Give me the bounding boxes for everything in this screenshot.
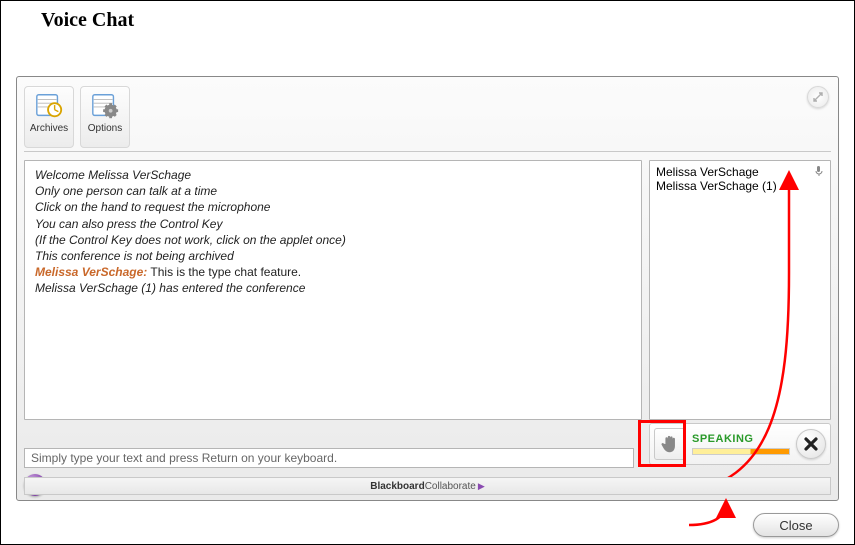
speaking-meter	[692, 448, 790, 455]
chat-line: This conference is not being archived	[35, 248, 631, 264]
chat-line: Only one person can talk at a time	[35, 183, 631, 199]
close-button[interactable]: Close	[753, 513, 839, 537]
page-title: Voice Chat	[1, 1, 854, 38]
archives-icon	[34, 92, 64, 120]
participants-list[interactable]: Melissa VerSchageMelissa VerSchage (1)	[649, 160, 831, 420]
options-icon	[90, 92, 120, 120]
chat-line: Click on the hand to request the microph…	[35, 199, 631, 215]
chat-line: Welcome Melissa VerSchage	[35, 167, 631, 183]
expand-button[interactable]	[807, 86, 829, 108]
triangle-icon: ▶	[478, 481, 485, 492]
hand-icon	[659, 433, 681, 455]
chat-speaker: Melissa VerSchage:	[35, 265, 147, 279]
app-panel: Archives	[16, 76, 839, 501]
speak-bar: SPEAKING	[649, 423, 831, 465]
chat-line: Melissa VerSchage: This is the type chat…	[35, 264, 631, 280]
footer-brand-b: Collaborate	[425, 481, 476, 492]
toolbar: Archives	[24, 84, 831, 152]
chat-message: This is the type chat feature.	[147, 265, 301, 279]
options-button[interactable]: Options	[80, 86, 130, 148]
request-mic-button[interactable]	[654, 428, 686, 460]
content-row: Welcome Melissa VerSchageOnly one person…	[24, 160, 831, 420]
chat-line: You can also press the Control Key	[35, 216, 631, 232]
microphone-icon	[813, 165, 825, 177]
chat-input[interactable]	[24, 448, 634, 468]
footer-brand-bar: Blackboard Collaborate ▶	[24, 477, 831, 495]
options-label: Options	[88, 123, 122, 134]
archives-button[interactable]: Archives	[24, 86, 74, 148]
footer-brand-a: Blackboard	[370, 481, 424, 492]
archives-label: Archives	[30, 123, 68, 134]
chat-transcript[interactable]: Welcome Melissa VerSchageOnly one person…	[24, 160, 642, 420]
chat-line: Melissa VerSchage (1) has entered the co…	[35, 280, 631, 296]
expand-icon	[813, 92, 823, 102]
stop-speaking-button[interactable]	[796, 429, 826, 459]
speaking-indicator: SPEAKING	[686, 433, 796, 455]
participant-item[interactable]: Melissa VerSchage (1)	[656, 179, 824, 193]
speaking-label: SPEAKING	[692, 433, 790, 445]
page-root: Voice Chat Archives	[0, 0, 855, 545]
participant-item[interactable]: Melissa VerSchage	[656, 165, 824, 179]
chat-line: (If the Control Key does not work, click…	[35, 232, 631, 248]
close-icon	[804, 437, 818, 451]
